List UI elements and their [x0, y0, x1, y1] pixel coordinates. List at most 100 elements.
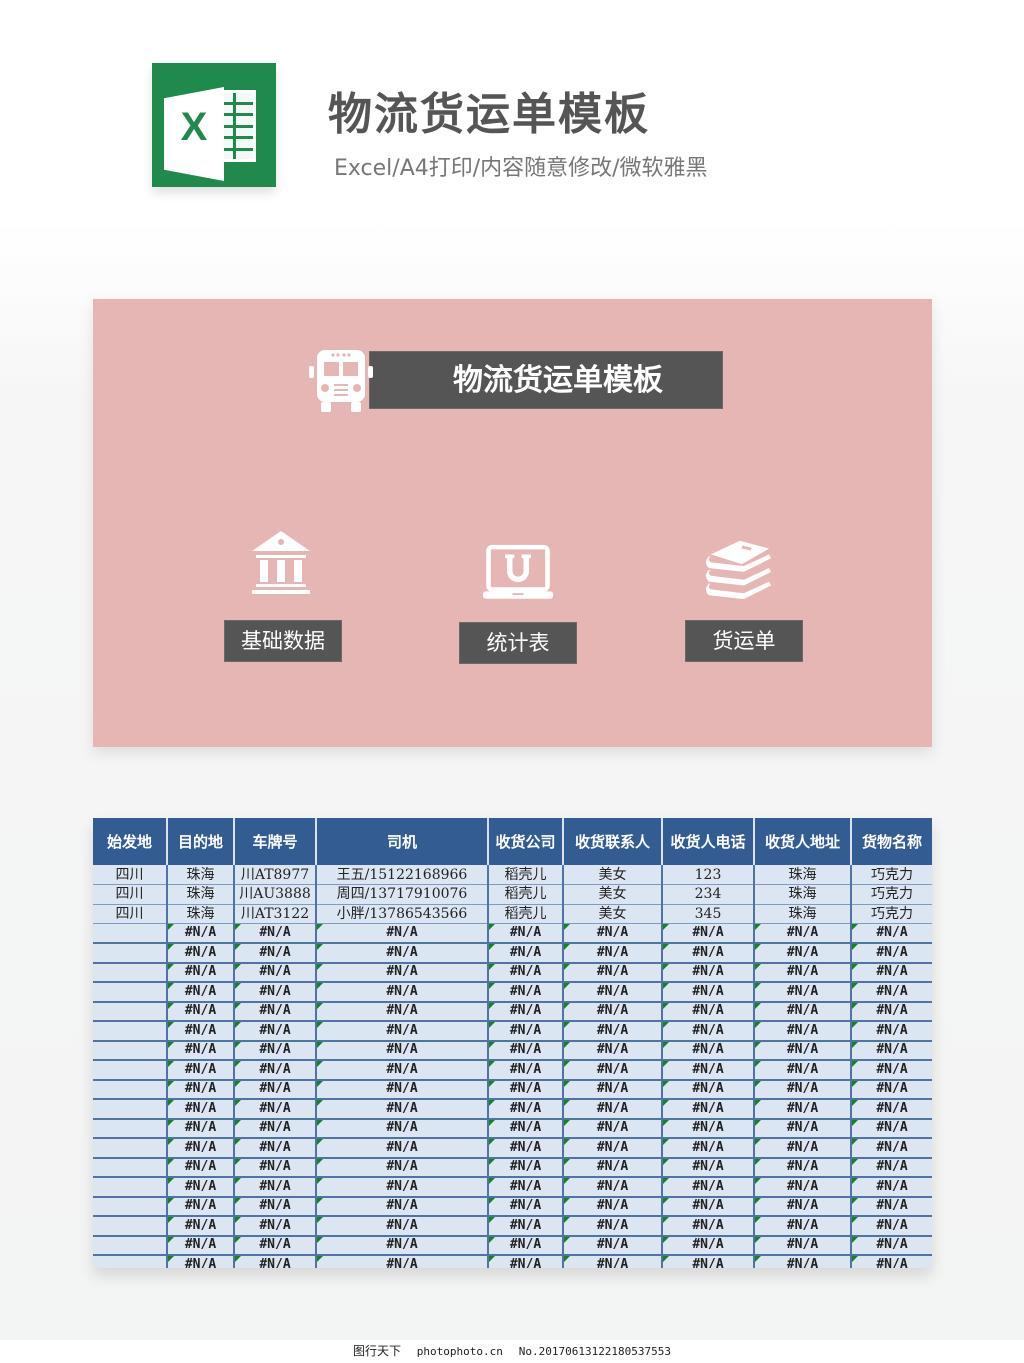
table-cell-empty[interactable] — [93, 1235, 168, 1256]
table-cell-error[interactable]: #N/A — [563, 1021, 663, 1042]
table-cell-error[interactable]: #N/A — [754, 1118, 852, 1139]
laptop-u-icon[interactable] — [483, 537, 553, 607]
table-cell-error[interactable]: #N/A — [851, 1157, 932, 1178]
table-cell[interactable]: 珠海 — [754, 865, 852, 885]
column-header[interactable]: 车牌号 — [234, 818, 317, 865]
table-cell-error[interactable]: #N/A — [662, 1196, 755, 1217]
table-cell-error[interactable]: #N/A — [851, 1255, 932, 1268]
table-cell-error[interactable]: #N/A — [754, 1255, 852, 1268]
table-cell-error[interactable]: #N/A — [167, 943, 235, 964]
table-cell-error[interactable]: #N/A — [754, 982, 852, 1003]
table-cell-empty[interactable] — [93, 1099, 168, 1120]
table-cell-error[interactable]: #N/A — [316, 1216, 489, 1237]
table-cell-error[interactable]: #N/A — [488, 1255, 564, 1268]
column-header[interactable]: 目的地 — [167, 818, 235, 865]
table-cell[interactable]: 稻壳儿 — [488, 865, 564, 885]
table-cell-empty[interactable] — [93, 1196, 168, 1217]
nav-button-statistics[interactable]: 统计表 — [459, 622, 577, 664]
books-stack-icon[interactable] — [703, 534, 773, 604]
table-cell-error[interactable]: #N/A — [488, 1001, 564, 1022]
table-cell-error[interactable]: #N/A — [662, 943, 755, 964]
table-cell-error[interactable]: #N/A — [754, 1021, 852, 1042]
table-cell-error[interactable]: #N/A — [563, 1255, 663, 1268]
table-cell-error[interactable]: #N/A — [563, 1079, 663, 1100]
table-cell-error[interactable]: #N/A — [662, 1118, 755, 1139]
table-cell-error[interactable]: #N/A — [234, 1079, 317, 1100]
table-cell-error[interactable]: #N/A — [851, 1138, 932, 1159]
table-cell-error[interactable]: #N/A — [234, 1118, 317, 1139]
table-cell-empty[interactable] — [93, 1001, 168, 1022]
table-cell-error[interactable]: #N/A — [662, 1060, 755, 1081]
table-cell-error[interactable]: #N/A — [488, 1235, 564, 1256]
table-cell-error[interactable]: #N/A — [316, 923, 489, 944]
table-cell-error[interactable]: #N/A — [662, 1138, 755, 1159]
table-cell-error[interactable]: #N/A — [563, 943, 663, 964]
table-cell-error[interactable]: #N/A — [754, 923, 852, 944]
table-cell-error[interactable]: #N/A — [662, 1216, 755, 1237]
table-cell-error[interactable]: #N/A — [754, 1138, 852, 1159]
table-cell-error[interactable]: #N/A — [234, 1021, 317, 1042]
table-cell[interactable]: 巧克力 — [851, 884, 932, 905]
table-cell-error[interactable]: #N/A — [488, 1138, 564, 1159]
table-cell-error[interactable]: #N/A — [167, 1255, 235, 1268]
table-cell[interactable]: 美女 — [563, 884, 663, 905]
table-cell-error[interactable]: #N/A — [167, 1060, 235, 1081]
table-cell-error[interactable]: #N/A — [563, 1001, 663, 1022]
table-cell[interactable]: 美女 — [563, 904, 663, 924]
table-cell-error[interactable]: #N/A — [316, 982, 489, 1003]
table-cell-error[interactable]: #N/A — [754, 1060, 852, 1081]
table-cell-error[interactable]: #N/A — [851, 1177, 932, 1198]
table-cell-error[interactable]: #N/A — [488, 1079, 564, 1100]
table-cell-error[interactable]: #N/A — [316, 1099, 489, 1120]
table-cell-error[interactable]: #N/A — [851, 1196, 932, 1217]
table-cell-empty[interactable] — [93, 1118, 168, 1139]
table-cell-error[interactable]: #N/A — [662, 1177, 755, 1198]
table-cell-error[interactable]: #N/A — [488, 1060, 564, 1081]
table-cell-error[interactable]: #N/A — [662, 982, 755, 1003]
table-cell[interactable]: 123 — [662, 865, 755, 885]
table-cell-error[interactable]: #N/A — [754, 1079, 852, 1100]
table-cell-error[interactable]: #N/A — [662, 1040, 755, 1061]
table-cell-error[interactable]: #N/A — [754, 1216, 852, 1237]
table-cell-error[interactable]: #N/A — [563, 1138, 663, 1159]
table-cell-error[interactable]: #N/A — [754, 1001, 852, 1022]
column-header[interactable]: 收货人电话 — [662, 818, 755, 865]
table-cell-error[interactable]: #N/A — [851, 943, 932, 964]
table-cell-error[interactable]: #N/A — [488, 1216, 564, 1237]
table-cell-error[interactable]: #N/A — [754, 1177, 852, 1198]
table-cell[interactable]: 川AT8977 — [234, 865, 317, 885]
table-cell-error[interactable]: #N/A — [234, 1177, 317, 1198]
table-cell-error[interactable]: #N/A — [754, 962, 852, 983]
table-cell-error[interactable]: #N/A — [563, 1216, 663, 1237]
table-cell-empty[interactable] — [93, 1060, 168, 1081]
table-cell-error[interactable]: #N/A — [754, 1040, 852, 1061]
table-cell-error[interactable]: #N/A — [234, 1060, 317, 1081]
bank-building-icon[interactable] — [246, 529, 316, 599]
table-cell-error[interactable]: #N/A — [754, 1196, 852, 1217]
table-cell[interactable]: 稻壳儿 — [488, 884, 564, 905]
table-cell-error[interactable]: #N/A — [563, 1177, 663, 1198]
table-cell[interactable]: 王五/15122168966 — [316, 865, 489, 885]
table-cell-error[interactable]: #N/A — [167, 1216, 235, 1237]
table-cell-error[interactable]: #N/A — [167, 1040, 235, 1061]
table-cell-error[interactable]: #N/A — [662, 1099, 755, 1120]
table-cell-error[interactable]: #N/A — [234, 1099, 317, 1120]
table-cell-error[interactable]: #N/A — [851, 1060, 932, 1081]
table-cell-error[interactable]: #N/A — [851, 923, 932, 944]
table-cell-error[interactable]: #N/A — [234, 1235, 317, 1256]
table-cell-error[interactable]: #N/A — [662, 923, 755, 944]
table-cell-error[interactable]: #N/A — [488, 982, 564, 1003]
table-cell-error[interactable]: #N/A — [563, 1040, 663, 1061]
table-cell-error[interactable]: #N/A — [167, 1196, 235, 1217]
table-cell-error[interactable]: #N/A — [851, 1040, 932, 1061]
table-cell[interactable]: 珠海 — [167, 865, 235, 885]
table-cell-error[interactable]: #N/A — [488, 1177, 564, 1198]
table-cell-error[interactable]: #N/A — [316, 1079, 489, 1100]
table-cell-error[interactable]: #N/A — [167, 982, 235, 1003]
column-header[interactable]: 始发地 — [93, 818, 168, 865]
table-cell-error[interactable]: #N/A — [316, 1157, 489, 1178]
table-cell[interactable]: 川AT3122 — [234, 904, 317, 924]
column-header[interactable]: 收货公司 — [488, 818, 564, 865]
table-cell-empty[interactable] — [93, 1255, 168, 1268]
table-cell-error[interactable]: #N/A — [167, 923, 235, 944]
